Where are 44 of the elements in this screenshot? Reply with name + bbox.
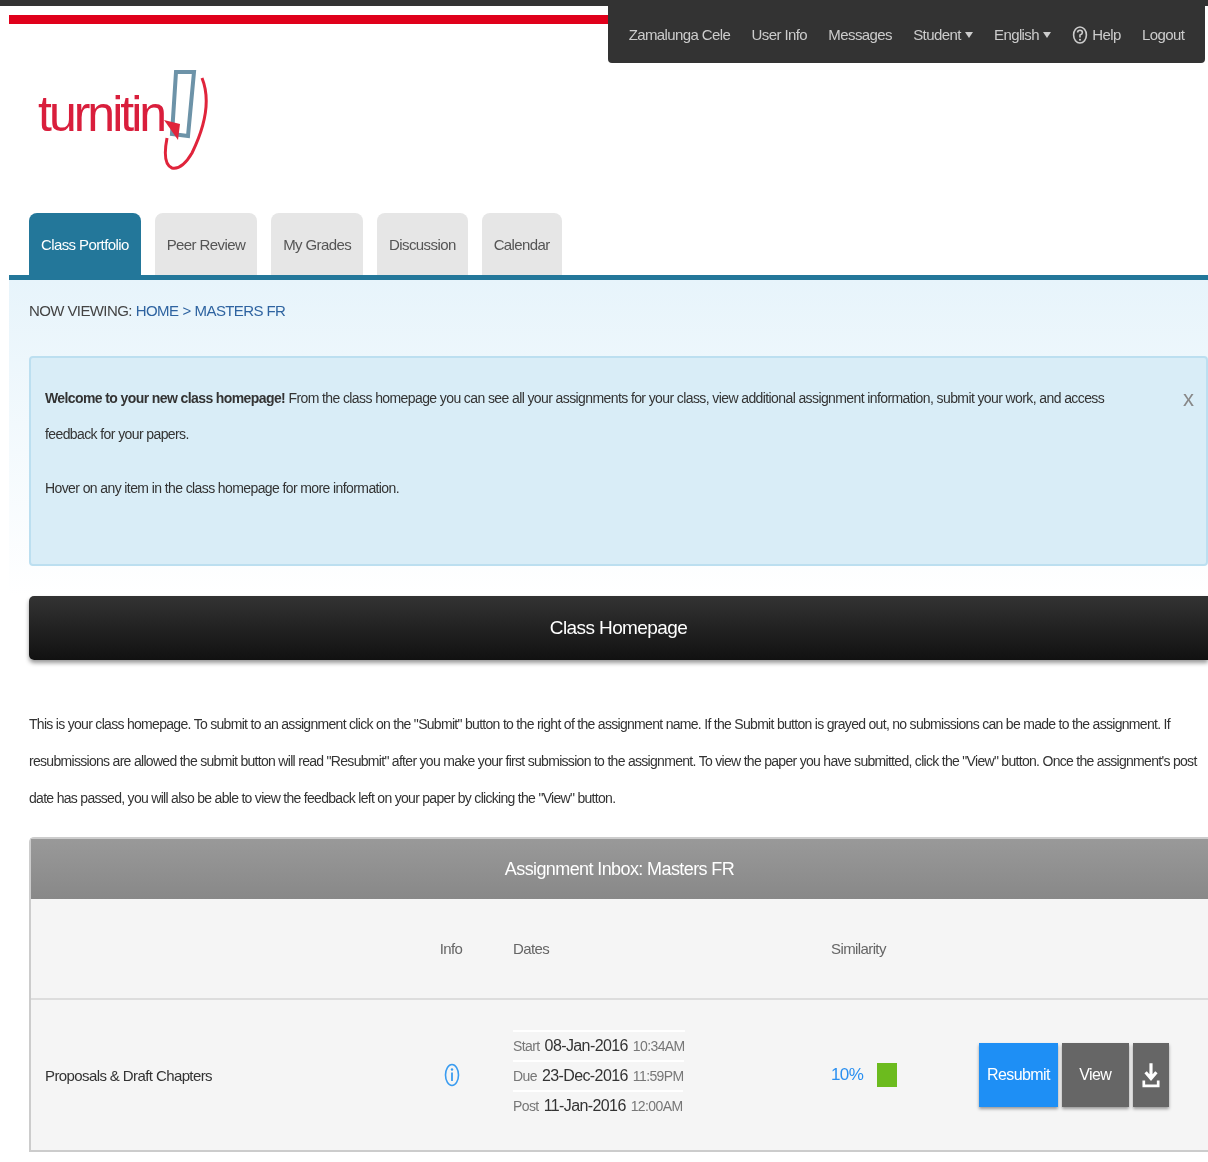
time-value: 12:00AM [630,1098,683,1114]
intro-paragraph: This is your class homepage. To submit to an assignment click on the "Submit" button to the right of the assignment name. If the Submit button is grayed out, no submissions can be made to the assignment. If resubmissions are allowed the submit button will read "Resubmit" after you make your first submission to the assignment. To view the paper you have submitted, click the "View" button. Once the assignment's post date has passed, you will also be able to view the feedback left on your paper by clicking the "View" button. [29,715,1199,808]
date-value: 23-Dec-2016 [541,1067,628,1085]
welcome-text: Hover on any item in the class homepage for more information. [45,479,401,498]
time-value: 10:34AM [632,1038,685,1054]
menu-link[interactable]: Logout [1142,26,1185,43]
column-header: Similarity [830,940,888,957]
menu-link[interactable]: English [994,26,1051,43]
nav-tab[interactable]: Discussion [377,213,468,275]
breadcrumb-link[interactable]: MASTERS FR [194,302,286,319]
help-icon [1072,24,1089,45]
menu-link[interactable]: Student [913,26,973,43]
info-icon[interactable] [444,1063,460,1087]
menu-link[interactable]: Zamalunga Cele [628,26,731,43]
menu-link[interactable]: Help [1072,24,1121,45]
header-title: Class Homepage [549,617,688,639]
welcome-text: Welcome to your new class homepage! From the class homepage you can see all your assignments for your class, view additional assignment information, submit your work, and access feedback for your papers. [45,389,1106,444]
breadcrumb-link[interactable]: HOME [135,302,179,319]
download-icon [1141,1061,1160,1089]
menu-link[interactable]: User Info [751,26,808,43]
column-header: Dates [512,940,551,957]
assignment-name: Proposals & Draft Chapters [44,1066,213,1084]
time-value: 11:59PM [632,1068,684,1084]
download-button[interactable] [1132,1043,1169,1107]
logo-text: turnitin [38,85,165,144]
date-value: 11-Jan-2016 [543,1097,626,1115]
date-value: 08-Jan-2016 [544,1037,628,1055]
date-label: Post [513,1098,539,1114]
similarity-score-link[interactable]: 10% [831,1065,864,1085]
date-label: Due [513,1068,537,1084]
view-button[interactable]: View [1061,1043,1129,1107]
caret-icon [1043,31,1051,38]
inbox-title: Assignment Inbox: Masters FR [504,858,735,880]
nav-tab[interactable]: Class Portfolio [29,213,141,275]
caret-icon [964,31,973,38]
resubmit-button[interactable]: Resubmit [979,1043,1058,1107]
breadcrumb-separator: > [182,302,191,319]
nav-tab[interactable]: Peer Review [154,213,258,275]
nav-tab[interactable]: Calendar [481,213,562,275]
date-label: Start [513,1038,540,1054]
breadcrumb-label: NOW VIEWING: [29,302,132,319]
nav-tab[interactable]: My Grades [271,213,364,275]
menu-link[interactable]: Messages [828,26,892,43]
column-header: Info [438,940,464,957]
